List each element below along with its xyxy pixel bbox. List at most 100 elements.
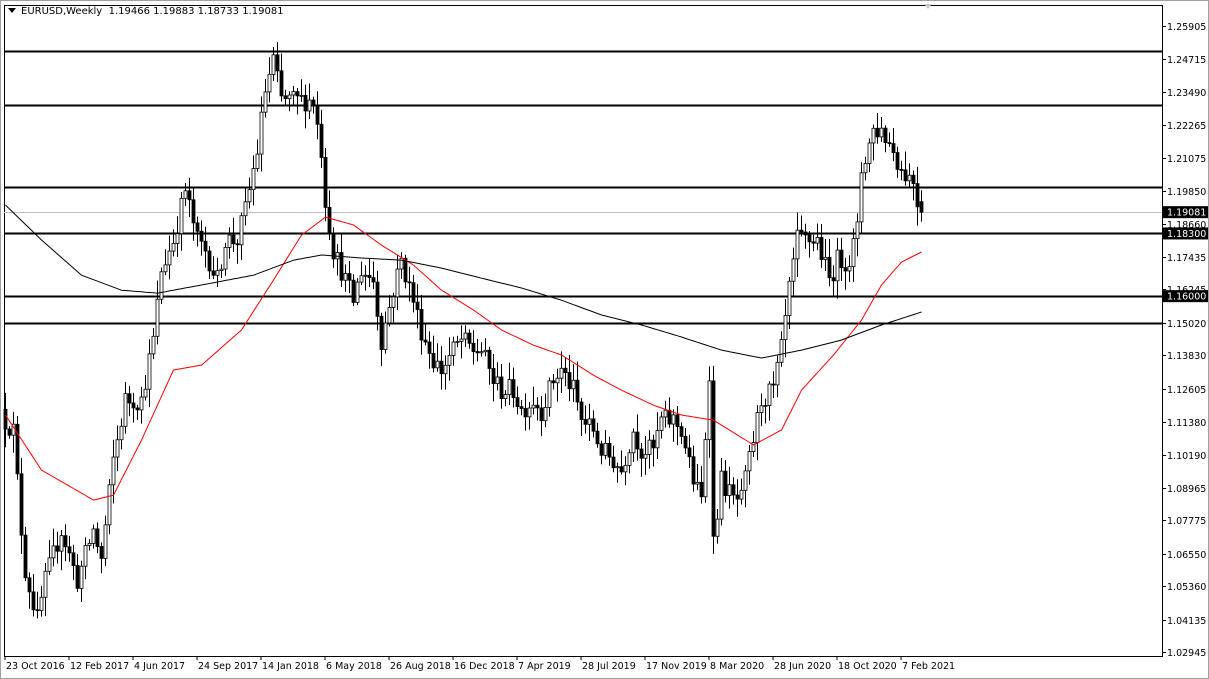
bear-candle-body: [799, 229, 804, 233]
bull-candle-body: [39, 596, 44, 612]
chart-header: EURUSD,Weekly 1.19466 1.19883 1.18733 1.…: [8, 6, 284, 18]
bear-candle-body: [67, 546, 72, 554]
candle: [15, 416, 20, 480]
bull-candle-body: [147, 353, 152, 390]
x-axis-tick-label: 6 May 2018: [326, 661, 382, 672]
bull-candle-body: [183, 190, 188, 199]
bull-candle-body: [647, 439, 652, 455]
bull-candle-body: [107, 484, 112, 526]
bull-candle-body: [479, 351, 484, 354]
bear-candle-body: [235, 243, 240, 246]
bull-candle-body: [715, 518, 720, 537]
bear-candle-body: [511, 379, 516, 399]
bear-candle-body: [379, 315, 384, 350]
y-axis-tick-label: 1.17435: [1167, 253, 1206, 264]
bear-candle-body: [375, 281, 380, 317]
bull-candle-body: [631, 431, 636, 454]
bull-candle-body: [671, 414, 676, 425]
bull-candle-body: [659, 416, 664, 431]
candle: [159, 267, 164, 305]
y-axis-tick-label: 1.24715: [1167, 55, 1206, 66]
bull-candle-body: [267, 73, 272, 93]
y-axis-tick-label: 1.13830: [1167, 351, 1206, 362]
bear-candle-body: [95, 528, 100, 547]
bull-candle-body: [623, 464, 628, 473]
bear-candle-body: [583, 419, 588, 425]
bear-candle-body: [487, 349, 492, 369]
dropdown-triangle-icon[interactable]: [8, 8, 16, 13]
bull-candle-body: [111, 456, 116, 486]
bull-candle-body: [123, 393, 128, 427]
bull-candle-body: [863, 163, 868, 174]
bear-candle-body: [323, 157, 328, 208]
bear-candle-body: [131, 402, 136, 409]
bear-candle-body: [211, 270, 216, 276]
y-axis-tick-label: 1.04135: [1167, 616, 1206, 627]
bull-candle-body: [151, 335, 156, 355]
bull-candle-body: [775, 361, 780, 386]
bull-candle-body: [87, 543, 92, 546]
bear-candle-body: [275, 54, 280, 72]
bull-candle-body: [47, 557, 52, 572]
bull-candle-body: [747, 451, 752, 472]
x-axis-tick-label: 4 Jun 2017: [134, 661, 185, 672]
bear-candle-body: [347, 273, 352, 281]
bull-candle-body: [663, 409, 668, 418]
bull-candle-body: [507, 379, 512, 396]
bear-candle-body: [127, 393, 132, 404]
bear-candle-body: [331, 233, 336, 260]
bull-candle-body: [907, 174, 912, 182]
y-axis-tick-label: 1.07775: [1167, 516, 1206, 527]
bull-candle-body: [251, 168, 256, 190]
bull-candle-body: [703, 439, 708, 498]
bull-candle-body: [707, 380, 712, 441]
bear-candle-body: [327, 207, 332, 235]
bear-candle-body: [651, 439, 656, 449]
bull-candle-body: [167, 250, 172, 266]
bull-candle-body: [795, 229, 800, 260]
bull-candle-body: [139, 396, 144, 411]
bull-candle-body: [175, 233, 180, 244]
bull-candle-body: [719, 470, 724, 520]
bull-candle-body: [59, 535, 64, 552]
x-axis-tick-label: 8 Mar 2020: [710, 661, 764, 672]
bull-candle-body: [763, 405, 768, 407]
bull-candle-body: [867, 142, 872, 164]
bear-candle-body: [515, 397, 520, 408]
bull-candle-body: [483, 349, 488, 353]
bull-candle-body: [759, 405, 764, 413]
bull-candle-body: [395, 268, 400, 298]
bull-candle-body: [727, 484, 732, 497]
bull-candle-body: [159, 271, 164, 300]
bear-candle-body: [491, 368, 496, 384]
bull-candle-body: [243, 201, 248, 217]
x-axis-tick-label: 28 Jun 2020: [774, 661, 831, 672]
bear-candle-body: [711, 380, 716, 537]
price-chart[interactable]: 1.25905 1.24715 1.23490 1.22265 1.21075 1.198…: [0, 0, 1209, 679]
bull-candle-body: [43, 570, 48, 598]
bear-candle-body: [911, 174, 916, 185]
y-axis-tick-label: 1.15020: [1167, 319, 1206, 330]
bear-candle-body: [839, 249, 844, 269]
bear-candle-body: [563, 367, 568, 374]
x-axis-tick-label: 26 Aug 2018: [390, 661, 451, 672]
bull-candle-body: [815, 237, 820, 244]
plot-area: [4, 5, 1163, 657]
bull-candle-body: [547, 380, 552, 408]
bear-candle-body: [639, 448, 644, 459]
bear-candle-body: [679, 426, 684, 437]
level-price-label: 1.18300: [1167, 229, 1206, 240]
bull-candle-body: [355, 281, 360, 303]
bear-candle-body: [811, 241, 816, 244]
bull-candle-body: [851, 238, 856, 267]
bull-candle-body: [859, 172, 864, 223]
bear-candle-body: [667, 409, 672, 425]
bull-candle-body: [627, 452, 632, 466]
bear-candle-body: [187, 190, 192, 201]
y-axis-tick-label: 1.08965: [1167, 484, 1206, 495]
bull-candle-body: [223, 247, 228, 270]
bear-candle-body: [371, 277, 376, 283]
x-axis-tick-label: 23 Oct 2016: [6, 661, 65, 672]
bull-candle-body: [83, 545, 88, 567]
bull-candle-body: [543, 406, 548, 422]
